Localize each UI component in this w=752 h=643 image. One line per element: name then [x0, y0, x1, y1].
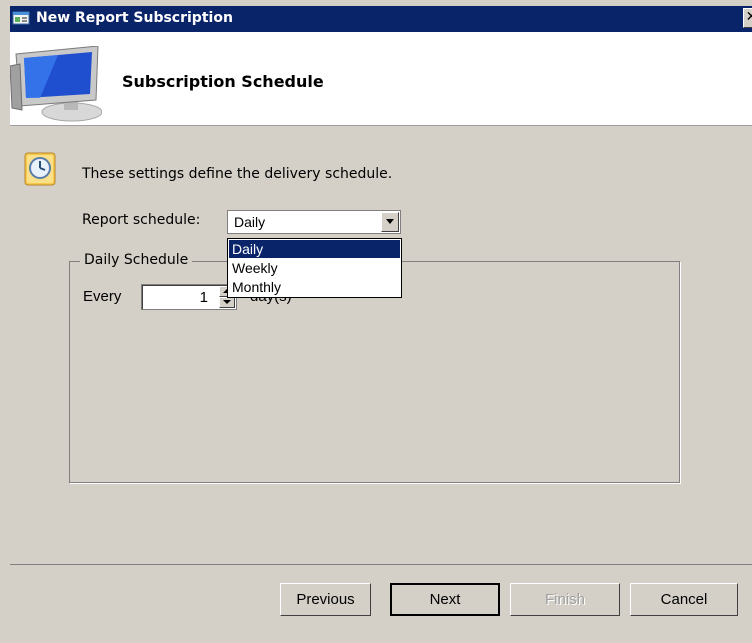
wizard-footer: Previous Next Finish Cancel: [10, 564, 752, 643]
report-schedule-label: Report schedule:: [82, 212, 201, 228]
option-daily[interactable]: Daily: [229, 240, 400, 258]
page-title: Subscription Schedule: [122, 72, 324, 91]
window-title: New Report Subscription: [36, 10, 233, 26]
option-monthly[interactable]: Monthly: [229, 278, 400, 296]
title-bar[interactable]: New Report Subscription ✕: [10, 6, 752, 32]
clock-icon: [24, 152, 56, 186]
report-subscription-icon: [12, 10, 30, 26]
next-button[interactable]: Next: [390, 583, 500, 616]
cancel-button[interactable]: Cancel: [630, 583, 738, 616]
close-icon: ✕: [745, 9, 752, 25]
close-button[interactable]: ✕: [743, 8, 752, 28]
dialog-window: New Report Subscription ✕ Subscription S…: [0, 0, 752, 643]
wizard-header: Subscription Schedule: [9, 32, 752, 126]
finish-button[interactable]: Finish: [510, 583, 620, 616]
report-schedule-value: Daily: [234, 214, 266, 230]
schedule-dropdown-list: Daily Weekly Monthly: [227, 238, 402, 298]
arrow-down-icon: [223, 300, 231, 304]
days-interval-value: 1: [199, 289, 208, 306]
wizard-body: These settings define the delivery sched…: [10, 126, 752, 564]
schedule-description: These settings define the delivery sched…: [82, 166, 393, 182]
report-schedule-select[interactable]: Daily: [227, 210, 401, 234]
dropdown-button[interactable]: [381, 212, 399, 232]
chevron-down-icon: [386, 219, 394, 224]
option-weekly[interactable]: Weekly: [229, 259, 400, 277]
days-interval-stepper[interactable]: 1: [141, 284, 237, 310]
previous-button[interactable]: Previous: [280, 583, 371, 616]
decrement-button[interactable]: [219, 297, 235, 308]
daily-schedule-legend: Daily Schedule: [80, 252, 193, 268]
monitor-icon: [9, 45, 103, 126]
every-label: Every: [83, 288, 122, 305]
